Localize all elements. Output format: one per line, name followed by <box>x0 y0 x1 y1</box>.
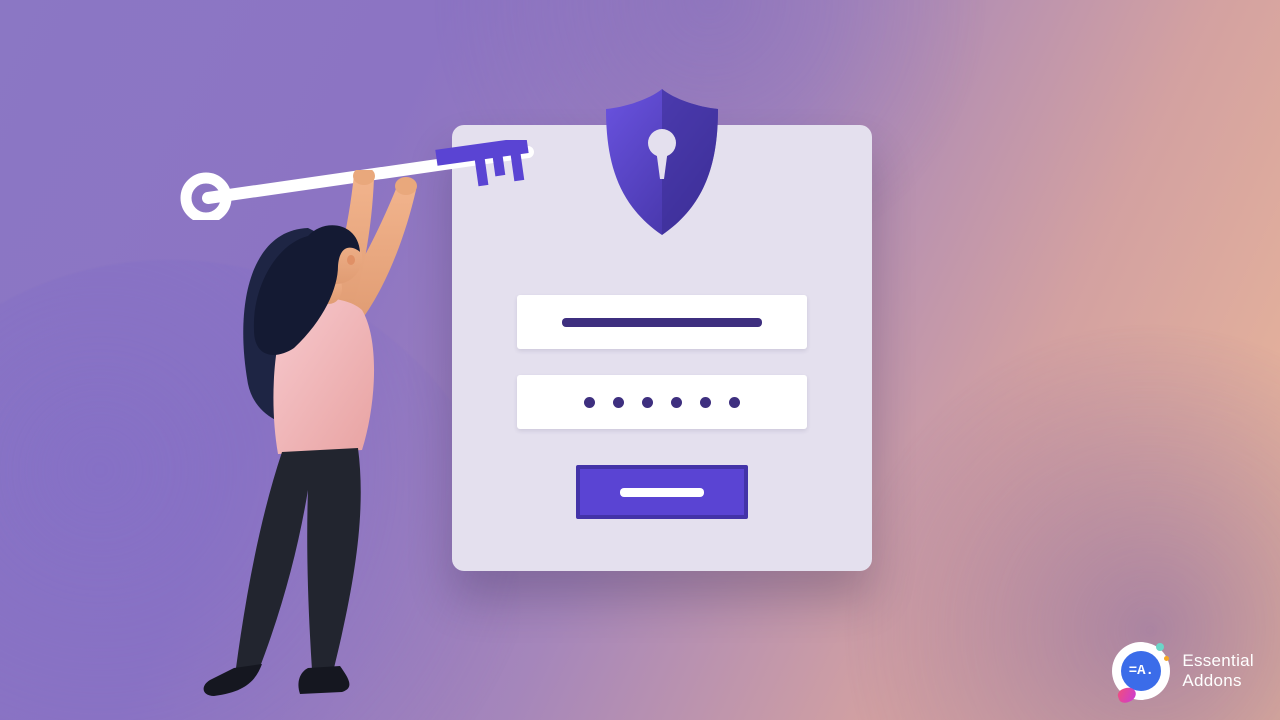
password-field[interactable] <box>517 375 807 429</box>
brand-name-line1: Essential <box>1182 651 1254 671</box>
button-label-bar <box>620 488 704 497</box>
password-dot <box>642 397 653 408</box>
password-dot <box>613 397 624 408</box>
hero-illustration: =A. Essential Addons <box>0 0 1280 720</box>
brand-logo-icon: =A. <box>1112 642 1170 700</box>
password-dot <box>729 397 740 408</box>
brand-name-line2: Addons <box>1182 671 1254 691</box>
username-field[interactable] <box>517 295 807 349</box>
brand-monogram: =A. <box>1121 651 1161 691</box>
password-dot <box>671 397 682 408</box>
submit-button[interactable] <box>576 465 748 519</box>
text-placeholder-bar <box>562 318 762 327</box>
shield-keyhole-icon <box>602 87 722 237</box>
password-dot <box>700 397 711 408</box>
person-holding-key-icon <box>190 170 470 700</box>
brand-name: Essential Addons <box>1182 651 1254 690</box>
password-dot <box>584 397 595 408</box>
brand-badge: =A. Essential Addons <box>1112 642 1254 700</box>
